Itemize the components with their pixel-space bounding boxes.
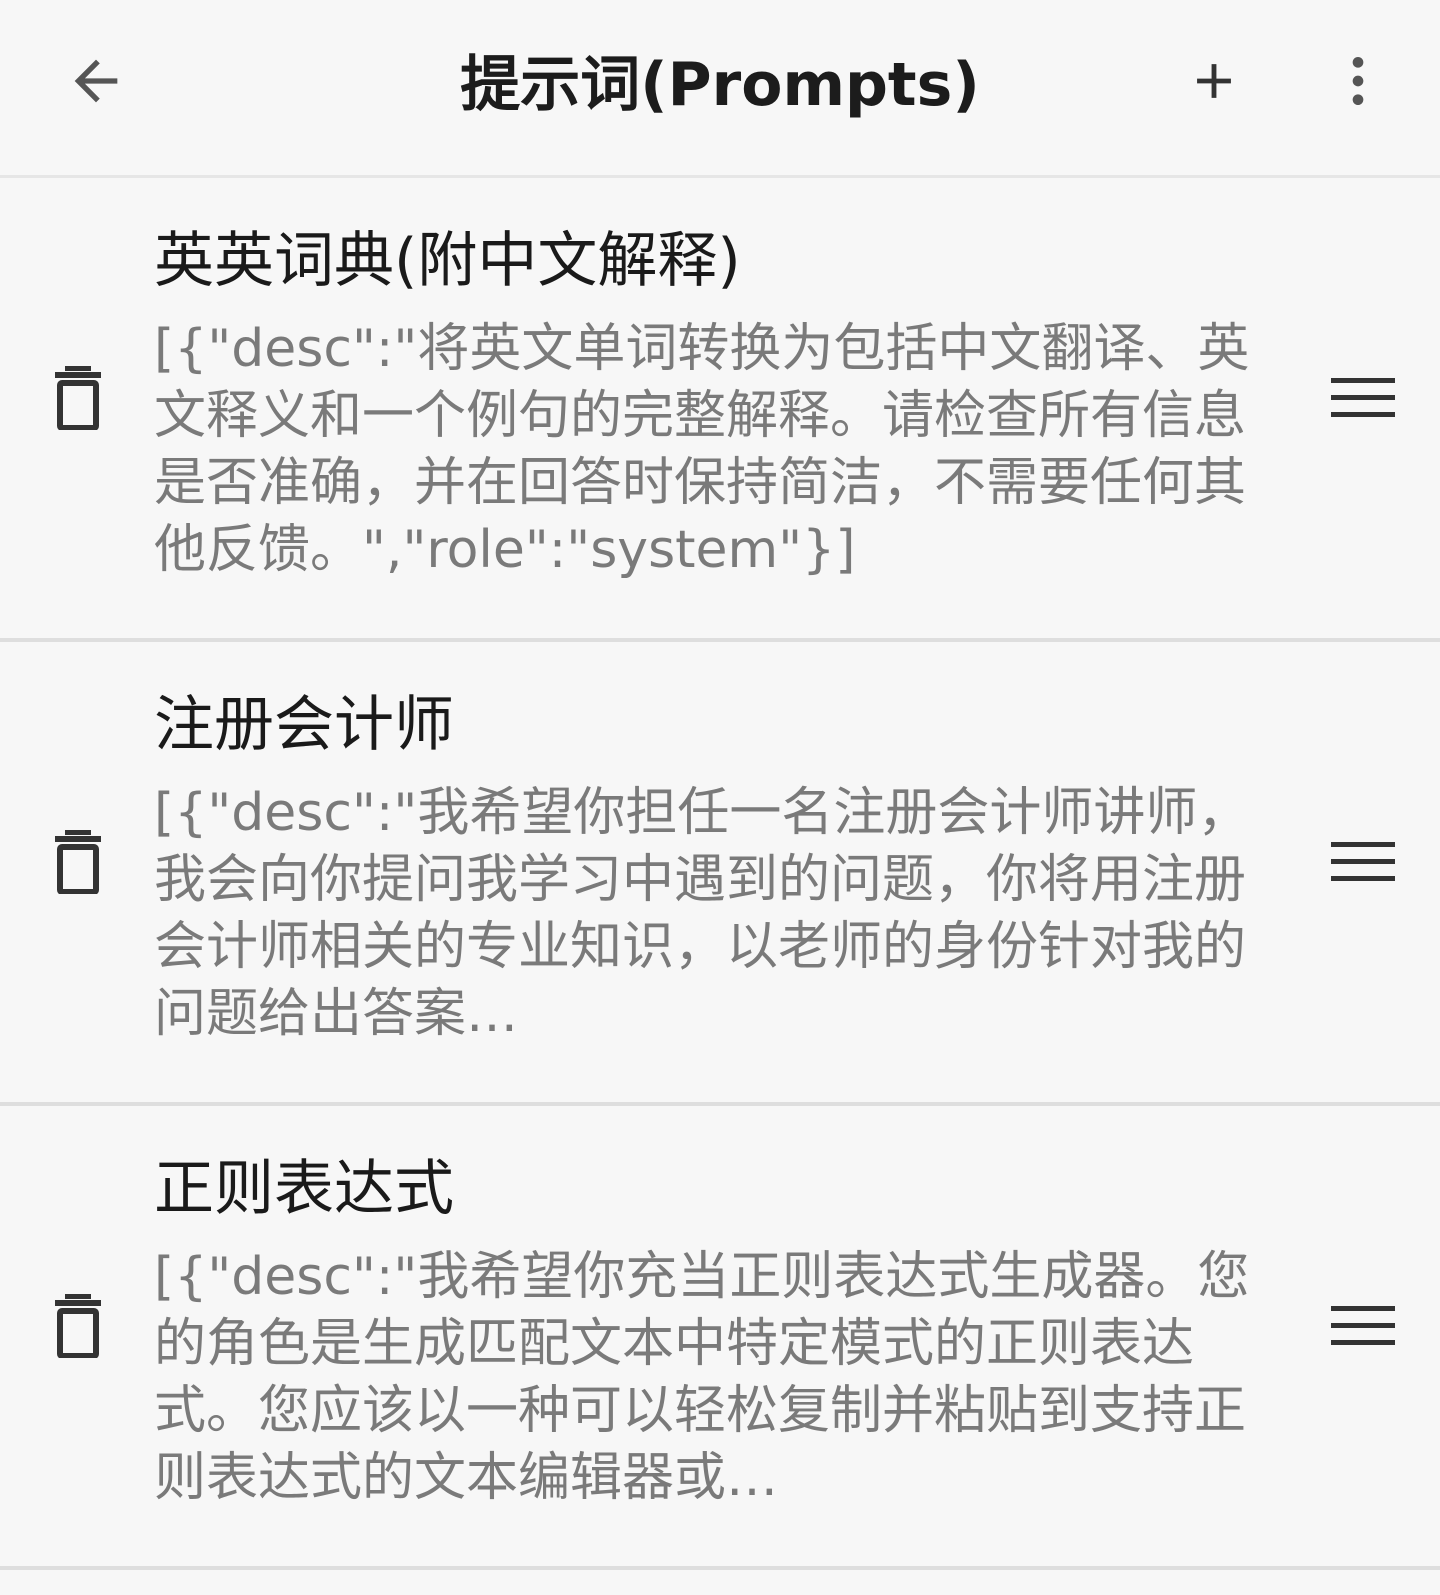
prompt-text: 英英词典(附中文解释) [{"desc":"将英文单词转换为包括中文翻译、英文释… bbox=[154, 216, 1274, 584]
prompt-item[interactable]: 英英词典(附中文解释) [{"desc":"将英文单词转换为包括中文翻译、英文释… bbox=[0, 178, 1440, 642]
delete-button[interactable] bbox=[40, 1281, 116, 1371]
trash-icon bbox=[55, 830, 101, 894]
page-title: 提示词(Prompts) bbox=[460, 50, 980, 120]
prompt-description: [{"desc":"我希望你担任一名注册会计师讲师，我会向你提问我学习中遇到的问… bbox=[154, 783, 1250, 1044]
arrow-left-icon bbox=[74, 59, 118, 103]
prompt-title: 正则表达式 bbox=[154, 1154, 454, 1224]
plus-icon bbox=[1197, 64, 1231, 98]
prompt-list: 英英词典(附中文解释) [{"desc":"将英文单词转换为包括中文翻译、英文释… bbox=[0, 178, 1440, 1570]
prompt-description: [{"desc":"我希望你充当正则表达式生成器。您的角色是生成匹配文本中特定模… bbox=[154, 1247, 1250, 1508]
prompt-text: 正则表达式 [{"desc":"我希望你充当正则表达式生成器。您的角色是生成匹配… bbox=[154, 1144, 1274, 1512]
prompt-item[interactable]: 注册会计师 [{"desc":"我希望你担任一名注册会计师讲师，我会向你提问我学… bbox=[0, 642, 1440, 1106]
delete-button[interactable] bbox=[40, 353, 116, 443]
back-button[interactable] bbox=[48, 26, 144, 136]
prompt-description: [{"desc":"将英文单词转换为包括中文翻译、英文释义和一个例句的完整解释。… bbox=[154, 319, 1250, 580]
drag-handle[interactable] bbox=[1318, 1281, 1408, 1371]
drag-handle-icon bbox=[1331, 378, 1395, 417]
add-prompt-button[interactable] bbox=[1166, 26, 1262, 136]
top-app-bar: 提示词(Prompts) bbox=[0, 0, 1440, 178]
drag-handle-icon bbox=[1331, 842, 1395, 881]
drag-handle[interactable] bbox=[1318, 817, 1408, 907]
prompt-title: 英英词典(附中文解释) bbox=[154, 226, 741, 296]
prompt-title: 注册会计师 bbox=[154, 690, 454, 760]
prompt-item[interactable]: 正则表达式 [{"desc":"我希望你充当正则表达式生成器。您的角色是生成匹配… bbox=[0, 1106, 1440, 1570]
drag-handle-icon bbox=[1331, 1306, 1395, 1345]
trash-icon bbox=[55, 1294, 101, 1358]
trash-icon bbox=[55, 366, 101, 430]
drag-handle[interactable] bbox=[1318, 353, 1408, 443]
more-options-button[interactable] bbox=[1310, 26, 1406, 136]
more-vert-icon bbox=[1352, 57, 1364, 105]
prompt-text: 注册会计师 [{"desc":"我希望你担任一名注册会计师讲师，我会向你提问我学… bbox=[154, 680, 1274, 1048]
delete-button[interactable] bbox=[40, 817, 116, 907]
